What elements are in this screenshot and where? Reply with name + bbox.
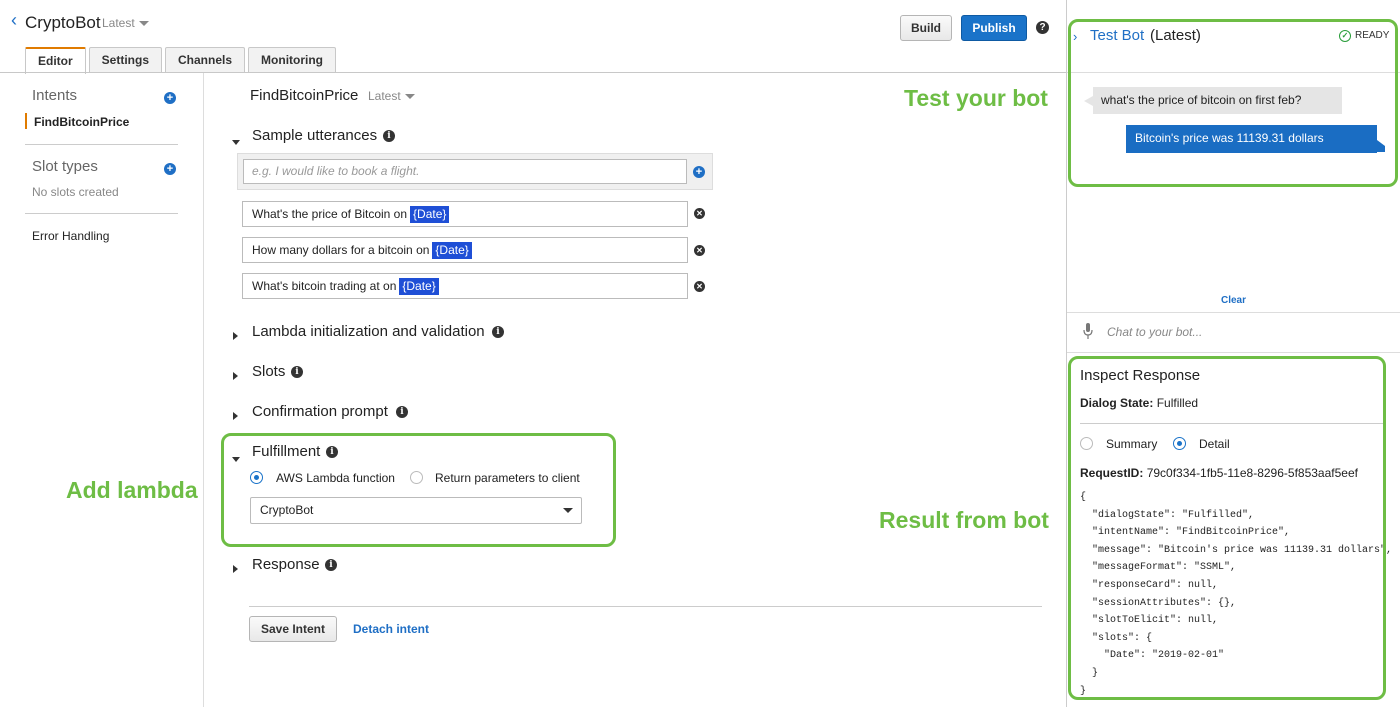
slot-chip[interactable]: {Date} <box>399 278 439 295</box>
no-slots-text: No slots created <box>32 185 119 199</box>
info-icon[interactable]: i <box>492 326 504 338</box>
panel-divider <box>1067 352 1400 353</box>
tab-editor[interactable]: Editor <box>25 47 86 74</box>
tab-bar: Editor Settings Channels Monitoring <box>25 47 339 74</box>
caret-right-icon[interactable] <box>233 368 238 383</box>
bot-version-label: Latest <box>102 16 135 30</box>
chevron-down-icon <box>138 21 149 27</box>
info-icon[interactable]: i <box>325 559 337 571</box>
microphone-icon[interactable] <box>1083 322 1093 340</box>
utterance-row[interactable]: What's the price of Bitcoin on {Date} <box>242 201 688 227</box>
radio-return-params-label[interactable]: Return parameters to client <box>435 471 580 485</box>
bot-version-dropdown[interactable]: Latest <box>102 16 149 30</box>
inspect-highlight-box <box>1068 356 1386 700</box>
detach-intent-link[interactable]: Detach intent <box>353 622 429 636</box>
test-bot-highlight-box <box>1068 19 1398 187</box>
radio-return-params[interactable] <box>410 471 423 484</box>
add-slot-type-plus-icon[interactable]: + <box>164 163 176 175</box>
caret-down-icon[interactable] <box>232 133 240 148</box>
caret-right-icon[interactable] <box>233 328 238 343</box>
chat-input[interactable]: Chat to your bot... <box>1107 325 1202 339</box>
tab-monitoring[interactable]: Monitoring <box>248 47 337 73</box>
utterance-row[interactable]: What's bitcoin trading at on {Date} <box>242 273 688 299</box>
lambda-function-select[interactable]: CryptoBot <box>250 497 582 524</box>
intent-version-dropdown[interactable]: Latest <box>368 89 415 103</box>
form-divider <box>249 606 1042 607</box>
confirmation-prompt-heading[interactable]: Confirmation prompt <box>252 403 388 420</box>
chevron-down-icon <box>563 508 573 513</box>
remove-utterance-icon[interactable]: ✕ <box>694 208 705 219</box>
tab-settings[interactable]: Settings <box>88 47 163 73</box>
slots-heading[interactable]: Slots <box>252 363 285 380</box>
panel-divider <box>1067 312 1400 313</box>
intent-version-label: Latest <box>368 89 401 103</box>
sidebar-divider <box>25 144 178 145</box>
annotation-add-lambda: Add lambda <box>66 477 198 503</box>
caret-right-icon[interactable] <box>233 408 238 423</box>
sample-utterances-heading[interactable]: Sample utterances <box>252 127 377 144</box>
intents-heading: Intents <box>32 87 78 104</box>
response-heading[interactable]: Response <box>252 556 320 573</box>
publish-button[interactable]: Publish <box>961 15 1027 41</box>
bot-title: CryptoBot <box>25 13 101 32</box>
utterance-text: What's bitcoin trading at on <box>252 279 397 293</box>
radio-aws-lambda[interactable] <box>250 471 263 484</box>
remove-utterance-icon[interactable]: ✕ <box>694 281 705 292</box>
clear-chat-link[interactable]: Clear <box>1221 295 1246 306</box>
utterance-row[interactable]: How many dollars for a bitcoin on {Date} <box>242 237 688 263</box>
back-chevron-icon[interactable]: ‹ <box>11 11 21 29</box>
caret-down-icon[interactable] <box>232 450 240 465</box>
radio-aws-lambda-label[interactable]: AWS Lambda function <box>276 471 395 485</box>
sidebar-item-error-handling[interactable]: Error Handling <box>32 229 109 243</box>
annotation-result-from-bot: Result from bot <box>879 507 1049 533</box>
fulfillment-heading[interactable]: Fulfillment <box>252 443 320 460</box>
sidebar-divider <box>25 213 178 214</box>
slot-chip[interactable]: {Date} <box>432 242 472 259</box>
save-intent-button[interactable]: Save Intent <box>249 616 337 642</box>
info-icon[interactable]: i <box>326 446 338 458</box>
sidebar-border <box>203 73 204 707</box>
info-icon[interactable]: i <box>396 406 408 418</box>
tab-divider <box>0 72 1066 73</box>
sidebar-item-findbitcoinprice[interactable]: FindBitcoinPrice <box>34 115 129 129</box>
info-icon[interactable]: i <box>383 130 395 142</box>
utterance-input[interactable]: e.g. I would like to book a flight. <box>243 159 687 184</box>
tab-channels[interactable]: Channels <box>165 47 246 73</box>
selected-indicator <box>25 113 27 129</box>
chevron-down-icon <box>404 94 415 100</box>
build-button[interactable]: Build <box>900 15 952 41</box>
slot-chip[interactable]: {Date} <box>410 206 450 223</box>
slot-types-heading: Slot types <box>32 158 98 175</box>
add-utterance-plus-icon[interactable]: + <box>693 166 705 178</box>
remove-utterance-icon[interactable]: ✕ <box>694 245 705 256</box>
utterance-text: How many dollars for a bitcoin on <box>252 243 430 257</box>
info-icon[interactable]: i <box>291 366 303 378</box>
annotation-test-your-bot: Test your bot <box>904 85 1048 111</box>
help-icon[interactable]: ? <box>1036 21 1049 34</box>
utterance-text: What's the price of Bitcoin on <box>252 207 408 221</box>
panel-border <box>1066 0 1067 707</box>
lambda-init-heading[interactable]: Lambda initialization and validation <box>252 323 485 340</box>
caret-right-icon[interactable] <box>233 561 238 576</box>
add-intent-plus-icon[interactable]: + <box>164 92 176 104</box>
intent-name-title: FindBitcoinPrice <box>250 87 359 104</box>
